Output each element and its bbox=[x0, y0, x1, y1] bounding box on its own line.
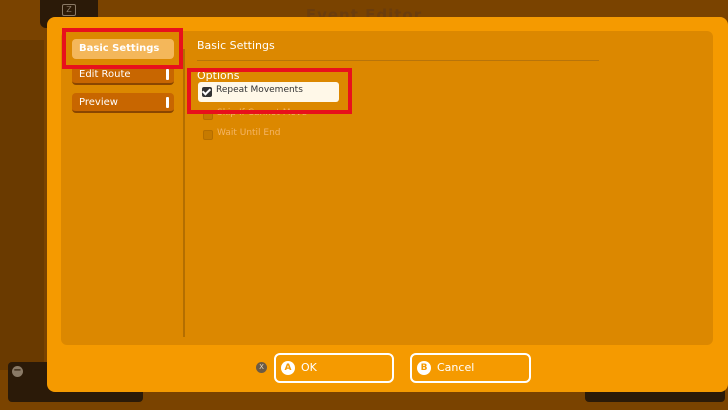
minus-icon: − bbox=[12, 365, 23, 377]
b-button-icon: B bbox=[417, 361, 431, 375]
section-title: Basic Settings bbox=[197, 39, 275, 52]
event-editor-dialog: Basic Settings Edit Route Preview Basic … bbox=[47, 17, 728, 392]
cancel-button-label: Cancel bbox=[437, 361, 475, 374]
highlight-frame-sidebar bbox=[62, 28, 183, 69]
x-button-icon: X bbox=[256, 362, 267, 373]
tab-indicator-bar bbox=[166, 97, 169, 108]
cancel-button[interactable]: B Cancel bbox=[410, 353, 531, 383]
sidebar-item-label: Preview bbox=[79, 97, 118, 108]
background-side-panel bbox=[0, 40, 44, 370]
highlight-frame-option bbox=[187, 68, 352, 114]
a-button-icon: A bbox=[281, 361, 295, 375]
settings-panel: Basic Settings Edit Route Preview Basic … bbox=[61, 31, 713, 345]
section-divider bbox=[197, 60, 599, 61]
ok-button[interactable]: A OK bbox=[274, 353, 394, 383]
sidebar-item-preview[interactable]: Preview bbox=[72, 93, 174, 113]
checkbox[interactable] bbox=[203, 130, 213, 140]
option-label: Wait Until End bbox=[217, 128, 281, 138]
sidebar-item-label: Edit Route bbox=[79, 69, 131, 80]
ok-button-label: OK bbox=[301, 361, 317, 374]
sidebar-divider bbox=[183, 49, 185, 337]
tab-indicator-bar bbox=[166, 69, 169, 80]
